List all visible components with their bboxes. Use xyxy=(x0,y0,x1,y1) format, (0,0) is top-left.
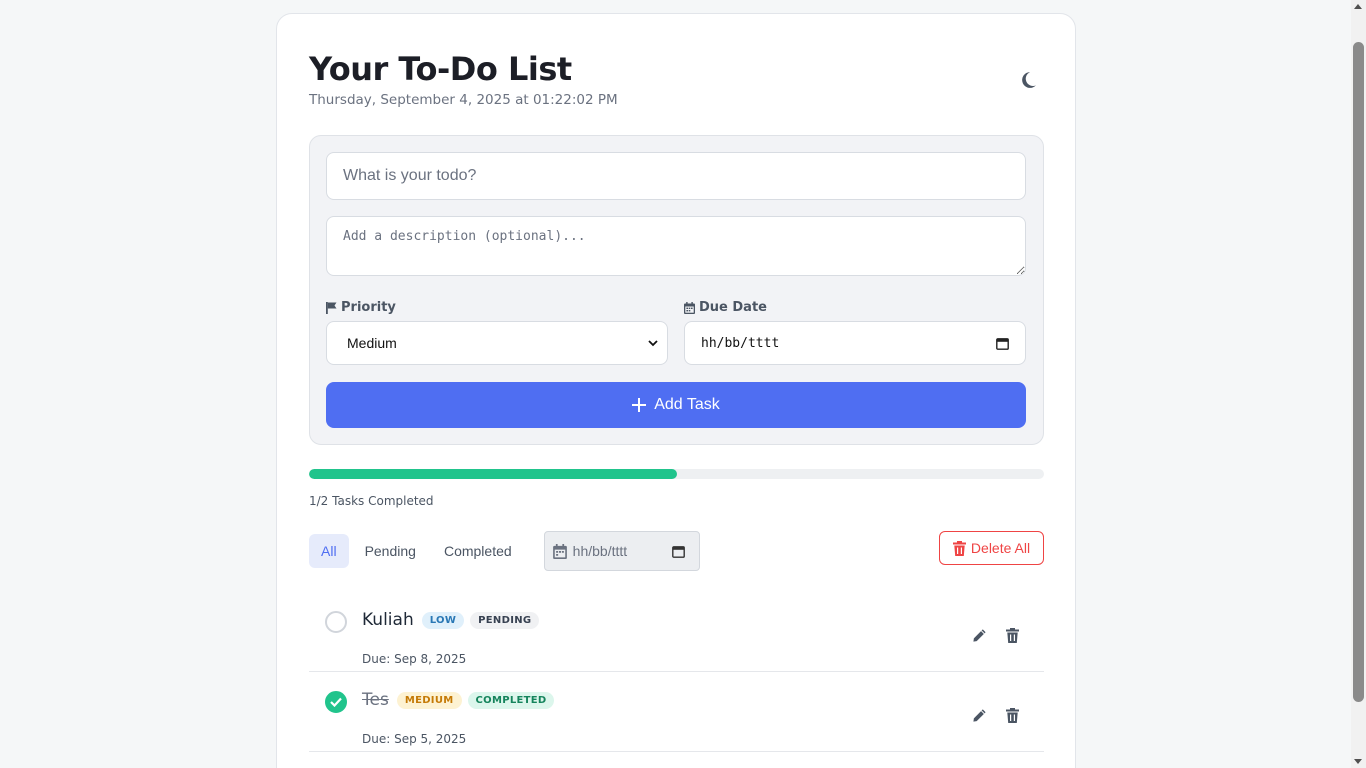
pencil-icon xyxy=(972,628,986,642)
task-header: Tes MEDIUM COMPLETED xyxy=(362,690,555,710)
filter-date-value: hh/bb/tttt xyxy=(572,543,628,559)
calendar-picker-icon[interactable] xyxy=(671,545,685,558)
priority-badge: LOW xyxy=(421,611,465,629)
status-badge: COMPLETED xyxy=(467,691,555,709)
trash-icon xyxy=(1005,707,1019,723)
theme-toggle-button[interactable] xyxy=(1015,67,1041,93)
progress-bar xyxy=(309,469,1044,479)
trash-icon xyxy=(952,540,966,556)
delete-task-button[interactable] xyxy=(1003,626,1021,644)
edit-task-button[interactable] xyxy=(970,706,988,724)
priority-selected-value: Medium xyxy=(347,335,397,351)
filter-tab-completed[interactable]: Completed xyxy=(432,534,524,568)
current-datetime: Thursday, September 4, 2025 at 01:22:02 … xyxy=(309,92,618,108)
priority-label: Priority xyxy=(326,300,396,315)
pencil-icon xyxy=(972,708,986,722)
priority-label-text: Priority xyxy=(341,300,396,315)
description-input[interactable] xyxy=(326,216,1026,276)
task-item: Kuliah LOW PENDING Due: Sep 8, 2025 xyxy=(309,592,1044,672)
task-checkbox[interactable] xyxy=(325,691,347,713)
scroll-down-arrow[interactable] xyxy=(1354,759,1362,764)
task-item: Tes MEDIUM COMPLETED Due: Sep 5, 2025 xyxy=(309,672,1044,752)
page-title: Your To-Do List xyxy=(309,50,572,88)
priority-badge: MEDIUM xyxy=(396,691,462,709)
scrollbar-thumb[interactable] xyxy=(1353,42,1364,702)
task-checkbox[interactable] xyxy=(325,611,347,633)
plus-icon xyxy=(632,398,647,412)
delete-all-button[interactable]: Delete All xyxy=(939,531,1044,565)
edit-task-button[interactable] xyxy=(970,626,988,644)
filter-date-input[interactable]: hh/bb/tttt xyxy=(543,531,700,571)
chevron-down-icon xyxy=(648,340,658,347)
filter-bar: All Pending Completed hh/bb/tttt xyxy=(309,531,700,571)
due-date-value: hh/bb/tttt xyxy=(701,335,780,351)
page-scrollbar[interactable] xyxy=(1351,0,1366,768)
filter-tab-pending[interactable]: Pending xyxy=(353,534,428,568)
due-date-label: Due Date xyxy=(684,300,767,315)
todo-card: Your To-Do List Thursday, September 4, 2… xyxy=(276,13,1076,768)
todo-input[interactable] xyxy=(326,152,1026,200)
moon-icon xyxy=(1022,72,1036,88)
scroll-up-arrow[interactable] xyxy=(1354,4,1362,9)
due-date-input[interactable]: hh/bb/tttt xyxy=(684,321,1026,365)
task-header: Kuliah LOW PENDING xyxy=(362,610,540,630)
add-task-button[interactable]: Add Task xyxy=(326,382,1026,428)
filter-tab-all[interactable]: All xyxy=(309,534,349,568)
filter-date-left: hh/bb/tttt xyxy=(552,543,628,559)
priority-select[interactable]: Medium xyxy=(326,321,668,365)
flag-icon xyxy=(326,301,337,314)
add-task-form: Priority Due Date Medium hh/bb/ xyxy=(309,135,1044,445)
task-due-date: Due: Sep 8, 2025 xyxy=(362,652,467,666)
progress-fill xyxy=(309,469,677,479)
add-task-label: Add Task xyxy=(654,396,720,413)
status-badge: PENDING xyxy=(470,611,540,629)
task-title: Kuliah xyxy=(362,610,414,630)
trash-icon xyxy=(1005,627,1019,643)
due-date-label-text: Due Date xyxy=(699,300,767,315)
check-icon xyxy=(330,697,342,707)
delete-all-label: Delete All xyxy=(970,540,1031,556)
calendar-icon xyxy=(552,543,567,559)
calendar-picker-icon[interactable] xyxy=(996,337,1009,350)
delete-task-button[interactable] xyxy=(1003,706,1021,724)
task-due-date: Due: Sep 5, 2025 xyxy=(362,732,467,746)
task-title: Tes xyxy=(362,690,389,710)
calendar-icon xyxy=(684,301,695,314)
progress-text: 1/2 Tasks Completed xyxy=(309,494,434,508)
